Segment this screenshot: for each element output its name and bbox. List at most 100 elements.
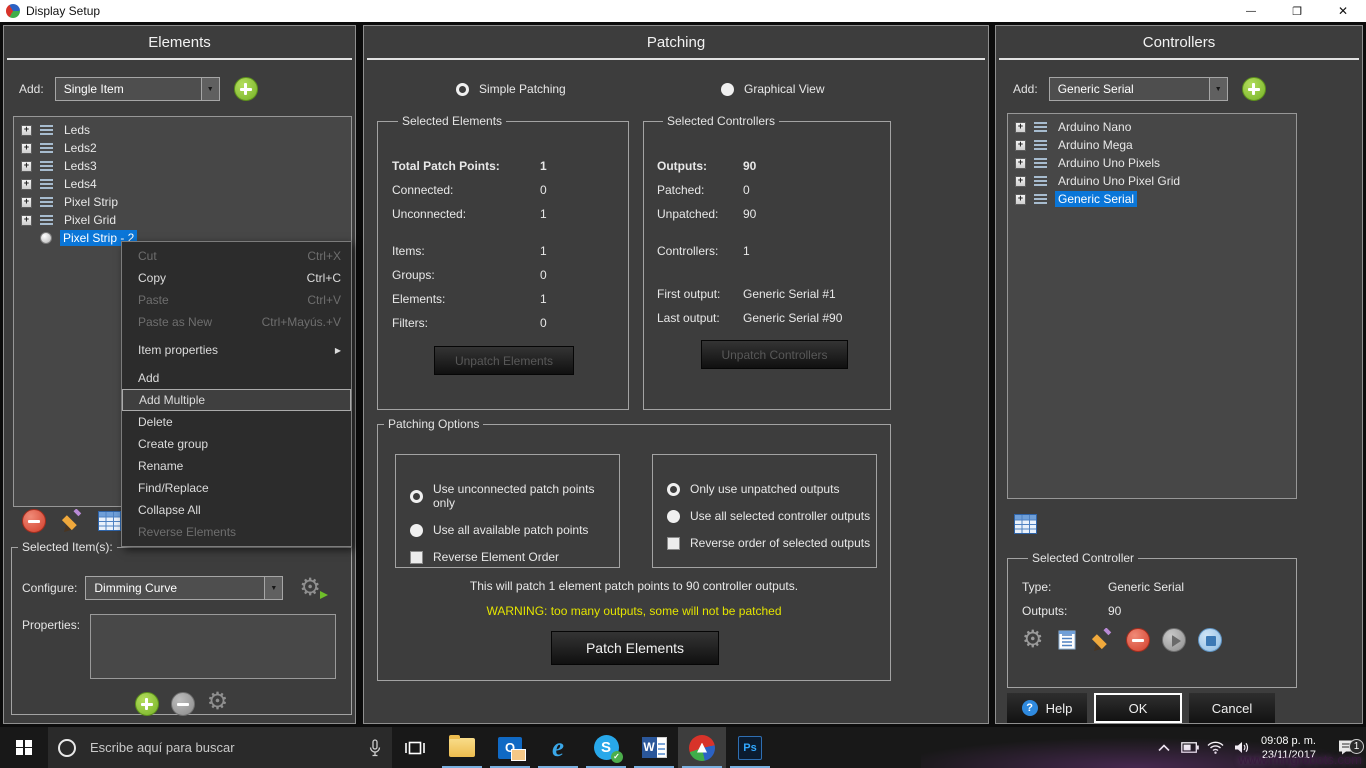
menu-item-add-multiple[interactable]: Add Multiple <box>122 389 351 411</box>
menu-item-delete[interactable]: Delete <box>122 411 351 433</box>
tree-row-generic-serial[interactable]: Generic Serial <box>1008 190 1296 208</box>
menu-item-collapse-all[interactable]: Collapse All <box>122 499 351 521</box>
minimize-button[interactable] <box>1228 0 1274 22</box>
expand-icon[interactable] <box>21 179 32 190</box>
table-view-icon[interactable] <box>1014 514 1037 534</box>
add-controller-type-dropdown[interactable]: Generic Serial <box>1049 77 1228 101</box>
tree-row-arduino-uno-pixel-grid[interactable]: Arduino Uno Pixel Grid <box>1008 172 1296 190</box>
radio-icon[interactable] <box>410 524 423 537</box>
radio-selected-icon[interactable] <box>456 83 469 96</box>
add-property-button[interactable] <box>135 692 159 716</box>
remove-property-button[interactable] <box>171 692 195 716</box>
radio-icon[interactable] <box>667 510 680 523</box>
properties-box[interactable] <box>90 614 336 679</box>
taskbar-internet-explorer[interactable]: e <box>534 727 582 768</box>
tree-row-pixel-strip[interactable]: Pixel Strip <box>14 193 351 211</box>
taskbar-outlook[interactable]: O <box>486 727 534 768</box>
menu-item-copy[interactable]: Copy Ctrl+C <box>122 267 351 289</box>
radio-selected-icon[interactable] <box>667 483 680 496</box>
radio-selected-icon[interactable] <box>410 490 423 503</box>
option-only-unpatched[interactable]: Only use unpatched outputs <box>667 482 876 496</box>
chevron-down-icon[interactable] <box>1209 78 1227 100</box>
expand-icon[interactable] <box>1015 122 1026 133</box>
menu-item-rename[interactable]: Rename <box>122 455 351 477</box>
tree-item-label[interactable]: Arduino Mega <box>1055 137 1136 153</box>
battery-icon[interactable] <box>1177 742 1203 753</box>
table-view-icon[interactable] <box>98 511 121 531</box>
rename-pencil-icon[interactable] <box>60 509 84 533</box>
task-view-button[interactable] <box>392 727 438 768</box>
checkbox-icon[interactable] <box>667 537 680 550</box>
tree-row-arduino-uno-pixels[interactable]: Arduino Uno Pixels <box>1008 154 1296 172</box>
tree-item-label[interactable]: Leds2 <box>61 140 100 156</box>
tree-item-label[interactable]: Pixel Strip <box>61 194 121 210</box>
play-test-button[interactable] <box>1162 628 1186 652</box>
configure-dropdown[interactable]: Dimming Curve <box>85 576 283 600</box>
unpatch-elements-button[interactable]: Unpatch Elements <box>434 346 574 375</box>
tree-row-leds2[interactable]: Leds2 <box>14 139 351 157</box>
tree-item-label-selected[interactable]: Generic Serial <box>1055 191 1137 207</box>
tree-row-pixel-grid[interactable]: Pixel Grid <box>14 211 351 229</box>
menu-item-create-group[interactable]: Create group <box>122 433 351 455</box>
expand-icon[interactable] <box>1015 194 1026 205</box>
tree-item-label[interactable]: Arduino Uno Pixel Grid <box>1055 173 1183 189</box>
tree-row-leds3[interactable]: Leds3 <box>14 157 351 175</box>
taskbar-xlights-active[interactable] <box>678 727 726 768</box>
option-reverse-element-order[interactable]: Reverse Element Order <box>410 550 619 564</box>
tree-row-arduino-mega[interactable]: Arduino Mega <box>1008 136 1296 154</box>
tray-chevron-up-icon[interactable] <box>1151 744 1177 752</box>
checkbox-icon[interactable] <box>410 551 423 564</box>
option-reverse-selected-outputs[interactable]: Reverse order of selected outputs <box>667 536 876 550</box>
help-button[interactable]: ? Help <box>1007 693 1087 723</box>
close-button[interactable] <box>1320 0 1366 22</box>
menu-item-add[interactable]: Add <box>122 367 351 389</box>
expand-icon[interactable] <box>21 125 32 136</box>
expand-icon[interactable] <box>21 143 32 154</box>
unpatch-controllers-button[interactable]: Unpatch Controllers <box>701 340 848 369</box>
taskbar-word[interactable]: W <box>630 727 678 768</box>
expand-icon[interactable] <box>21 197 32 208</box>
controller-settings-gear-icon[interactable] <box>1022 630 1044 650</box>
stop-test-button[interactable] <box>1198 628 1222 652</box>
expand-icon[interactable] <box>1015 176 1026 187</box>
graphical-view-radio[interactable]: Graphical View <box>721 82 824 96</box>
chevron-down-icon[interactable] <box>264 577 282 599</box>
remove-controller-button[interactable] <box>1126 628 1150 652</box>
option-unconnected-only[interactable]: Use unconnected patch points only <box>410 482 619 510</box>
ok-button[interactable]: OK <box>1094 693 1182 723</box>
add-element-button[interactable] <box>234 77 258 101</box>
taskbar-photoshop[interactable]: Ps <box>726 727 774 768</box>
expand-icon[interactable] <box>21 161 32 172</box>
wifi-icon[interactable] <box>1203 741 1229 754</box>
taskbar-skype[interactable]: S <box>582 727 630 768</box>
simple-patching-radio[interactable]: Simple Patching <box>456 82 566 96</box>
add-controller-button[interactable] <box>1242 77 1266 101</box>
expand-icon[interactable] <box>1015 158 1026 169</box>
menu-item-item-properties[interactable]: Item properties <box>122 339 351 361</box>
tree-item-label[interactable]: Leds3 <box>61 158 100 174</box>
menu-item-find-replace[interactable]: Find/Replace <box>122 477 351 499</box>
option-all-patch-points[interactable]: Use all available patch points <box>410 523 619 537</box>
expand-icon[interactable] <box>1015 140 1026 151</box>
option-all-controller-outputs[interactable]: Use all selected controller outputs <box>667 509 876 523</box>
radio-icon[interactable] <box>721 83 734 96</box>
tree-item-label[interactable]: Leds <box>61 122 93 138</box>
chevron-down-icon[interactable] <box>201 78 219 100</box>
tree-row-leds[interactable]: Leds <box>14 121 351 139</box>
expand-icon[interactable] <box>21 215 32 226</box>
tree-item-label[interactable]: Leds4 <box>61 176 100 192</box>
restore-button[interactable] <box>1274 0 1320 22</box>
configure-gear-icon[interactable] <box>299 576 321 600</box>
tree-item-label[interactable]: Arduino Uno Pixels <box>1055 155 1163 171</box>
add-element-type-dropdown[interactable]: Single Item <box>55 77 220 101</box>
edit-pencil-icon[interactable] <box>1090 628 1114 652</box>
tree-row-arduino-nano[interactable]: Arduino Nano <box>1008 118 1296 136</box>
tree-row-leds4[interactable]: Leds4 <box>14 175 351 193</box>
taskbar-search[interactable]: Escribe aquí para buscar <box>48 727 392 768</box>
patch-elements-button[interactable]: Patch Elements <box>551 631 719 665</box>
tree-item-label[interactable]: Pixel Grid <box>61 212 119 228</box>
tree-item-label[interactable]: Arduino Nano <box>1055 119 1134 135</box>
cancel-button[interactable]: Cancel <box>1189 693 1275 723</box>
start-button[interactable] <box>0 727 48 768</box>
remove-element-button[interactable] <box>22 509 46 533</box>
